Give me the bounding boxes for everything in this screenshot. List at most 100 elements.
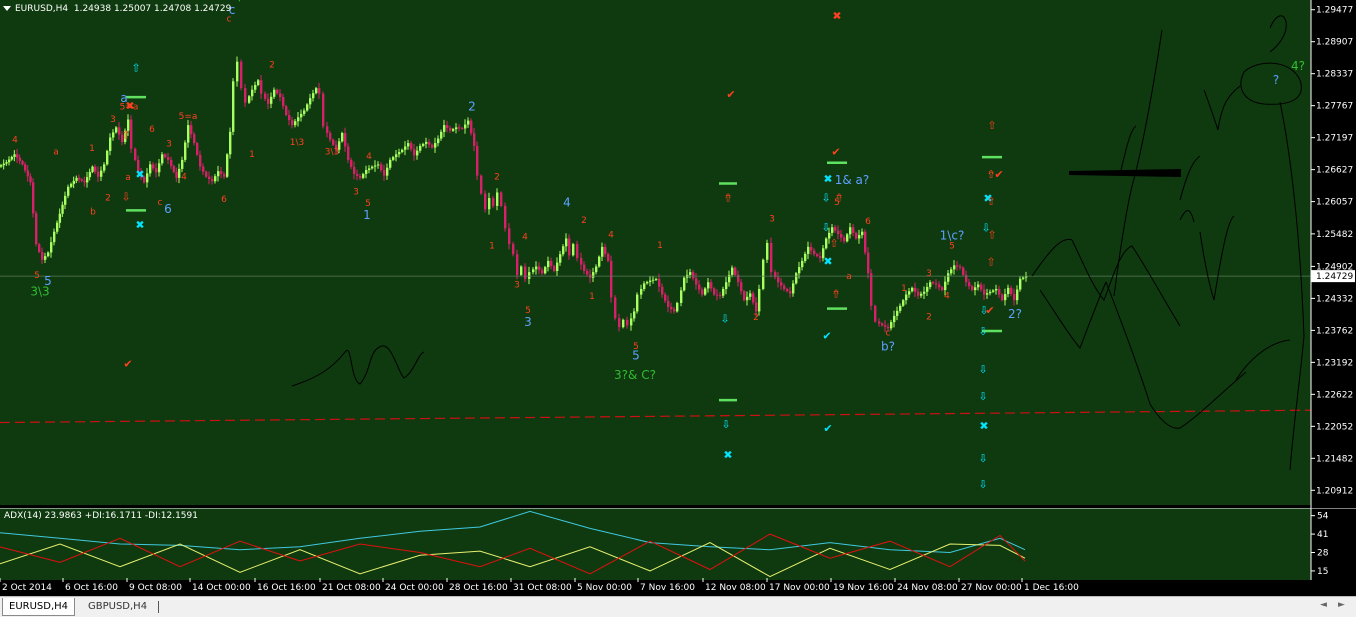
bear-candle — [329, 132, 332, 140]
bear-candle — [881, 323, 884, 326]
bear-candle — [604, 246, 607, 254]
bull-candle — [643, 283, 646, 289]
signal-marker-icon: ⇩ — [121, 190, 130, 203]
bull-candle — [572, 244, 575, 256]
bull-candle — [64, 195, 67, 205]
bull-candle — [443, 125, 446, 132]
tab-chart[interactable]: GBPUSD,H4 — [82, 598, 153, 615]
price-tick-label: 1.29477 — [1316, 6, 1353, 16]
signal-marker-icon: ⇧ — [987, 119, 996, 132]
bull-candle — [53, 231, 56, 243]
bull-candle — [953, 265, 956, 270]
chart-background — [0, 0, 1311, 505]
time-tick-label: 5 Nov 00:00 — [577, 583, 632, 593]
bull-candle — [464, 124, 467, 129]
wave-label: 4 — [181, 173, 187, 183]
bear-candle — [267, 98, 270, 104]
bear-candle — [935, 283, 938, 285]
chart-window[interactable]: 1.29477 1.28907 1.28337 1.27767 1.27197 1.266… — [0, 0, 1356, 596]
scroll-right-icon[interactable]: ► — [1338, 600, 1345, 610]
symbol-header: EURUSD,H4 1.24938 1.25007 1.24708 1.2472… — [3, 4, 231, 14]
bull-candle — [452, 129, 455, 131]
wave-label: c — [227, 14, 232, 24]
bear-candle — [167, 157, 170, 160]
bear-candle — [264, 93, 267, 99]
bear-candle — [172, 165, 176, 172]
wave-label: ? — [1273, 73, 1279, 87]
wave-label: 4 — [563, 195, 571, 209]
bear-candle — [118, 127, 121, 135]
bull-candle — [977, 284, 980, 288]
bull-candle — [488, 198, 491, 210]
wave-label: 2 — [105, 193, 111, 203]
bear-candle — [607, 253, 610, 261]
bear-candle — [353, 166, 356, 174]
wave-label: 3 — [353, 188, 359, 198]
bear-candle — [878, 321, 881, 324]
bull-candle — [50, 242, 53, 253]
bull-candle — [896, 310, 899, 316]
bear-candle — [1001, 294, 1004, 301]
bear-candle — [870, 273, 873, 306]
bear-candle — [777, 277, 780, 283]
wave-label: 1 — [89, 144, 95, 154]
bull-candle — [398, 152, 401, 155]
bull-candle — [392, 157, 395, 160]
bull-candle — [401, 149, 404, 153]
bear-candle — [516, 254, 519, 275]
wave-label: 1 — [489, 242, 495, 252]
bear-candle — [670, 306, 673, 310]
bear-candle — [260, 80, 263, 94]
bear-candle — [971, 286, 974, 291]
bear-candle — [710, 282, 713, 289]
bull-candle — [544, 267, 547, 274]
bear-candle — [770, 242, 773, 273]
ohlc-values: 1.24938 1.25007 1.24708 1.24729 — [73, 4, 232, 14]
scroll-left-icon[interactable]: ◄ — [1320, 600, 1327, 610]
tab-active-chart[interactable]: EURUSD,H4 — [2, 598, 76, 616]
bull-candle — [434, 143, 437, 148]
bull-candle — [341, 132, 344, 142]
bull-candle — [565, 238, 568, 247]
bear-candle — [959, 266, 962, 268]
wave-label: 2 — [468, 100, 476, 114]
price-chart[interactable]: 1.29477 1.28907 1.28337 1.27767 1.27197 1.266… — [0, 0, 1356, 508]
bull-candle — [532, 269, 535, 273]
bear-candle — [673, 309, 676, 312]
time-tick-label: 19 Nov 16:00 — [833, 583, 894, 593]
bear-candle — [208, 176, 211, 179]
bear-candle — [941, 287, 944, 291]
bear-candle — [667, 300, 670, 307]
bull-candle — [86, 177, 89, 183]
bull-candle — [798, 267, 801, 274]
bear-candle — [83, 180, 86, 183]
wave-label: b? — [881, 340, 895, 354]
signal-marker-icon: ✔ — [831, 145, 840, 158]
bear-candle — [956, 265, 959, 267]
bull-candle — [902, 300, 905, 306]
wave-label: 5 — [34, 271, 40, 281]
dropdown-triangle-icon[interactable] — [3, 6, 11, 11]
bull-candle — [535, 266, 538, 270]
bull-candle — [640, 288, 643, 295]
time-tick-label: 31 Oct 08:00 — [513, 583, 572, 593]
bear-candle — [568, 238, 571, 256]
bear-candle — [716, 294, 719, 296]
bear-candle — [618, 318, 621, 328]
bull-candle — [56, 222, 59, 232]
bear-candle — [701, 289, 704, 295]
bear-candle — [734, 267, 737, 275]
bull-candle — [115, 127, 118, 133]
bull-candle — [72, 180, 76, 184]
signal-marker-icon: ✖ — [823, 255, 832, 268]
bull-candle — [926, 287, 929, 292]
bull-candle — [422, 143, 425, 146]
bear-candle — [78, 177, 81, 180]
price-tick-label: 1.23762 — [1316, 326, 1353, 336]
bull-candle — [161, 154, 164, 164]
bull-candle — [440, 131, 443, 139]
wave-label: c — [158, 198, 163, 208]
adx-indicator-panel[interactable]: 54 41 28 15 2 Oct 2014 6 Oct 16:00 9 Oct 08:00… — [0, 508, 1356, 596]
bear-candle — [332, 139, 335, 145]
wave-label: 3 — [926, 269, 932, 279]
